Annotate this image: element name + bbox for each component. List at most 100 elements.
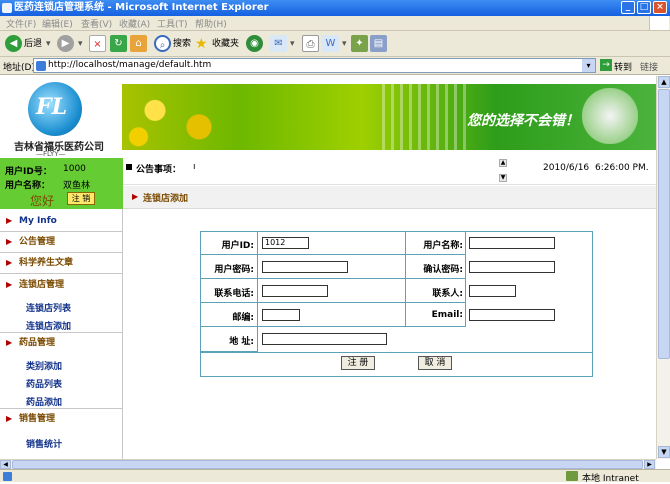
messenger-icon[interactable]: ✦ (351, 35, 368, 52)
address-dropdown-icon[interactable]: ▾ (582, 59, 595, 72)
maximize-button[interactable]: □ (637, 1, 651, 14)
contact-label: 联系人: (432, 289, 463, 299)
user-id-label: 用户ID: (221, 241, 254, 251)
menu-favorites[interactable]: 收藏(A) (119, 17, 150, 30)
sidebar-item-store-list[interactable]: 连锁店列表 (26, 301, 71, 314)
windows-flag-icon (649, 16, 669, 30)
user-name-label: 用户名称： (5, 181, 51, 191)
intranet-zone-icon (566, 471, 578, 481)
menu-edit[interactable]: 编辑(E) (42, 17, 73, 30)
forward-dropdown-icon[interactable]: ▾ (78, 35, 83, 53)
sidebar-item-sales-stats[interactable]: 销售统计 (26, 437, 62, 450)
email-label: Email: (431, 310, 463, 320)
address-url: http://localhost/manage/default.htm (48, 60, 212, 70)
scroll-down-icon[interactable]: ▼ (658, 446, 670, 458)
ie-icon (2, 3, 12, 13)
scroll-left-icon[interactable]: ◀ (0, 460, 11, 469)
sidebar-item-drug-list[interactable]: 药品列表 (26, 377, 62, 390)
notice-time: 6:26:00 PM. (595, 163, 649, 173)
print-icon[interactable]: ⎙ (302, 35, 319, 52)
sidebar-item-notice-mgmt[interactable]: ▶ 公告管理 (0, 232, 123, 252)
sidebar-item-articles[interactable]: ▶ 科学养生文章 (0, 253, 123, 273)
address-label: 地址(D) (3, 63, 35, 73)
hscroll-thumb[interactable] (12, 460, 643, 469)
close-button[interactable]: × (653, 1, 667, 14)
home-icon[interactable]: ⌂ (130, 35, 147, 52)
banner-hand-image (582, 88, 638, 144)
arrow-right-icon: ▶ (6, 414, 13, 423)
banner: 您的选择不会错！ (122, 84, 656, 150)
sidebar-item-my-info[interactable]: ▶ My Info (0, 211, 123, 231)
back-button[interactable]: 后退 (24, 35, 42, 53)
horizontal-scrollbar[interactable]: ◀ ▶ (0, 459, 656, 469)
logout-button[interactable]: 注 销 (67, 192, 95, 205)
scroll-up-icon[interactable]: ▲ (658, 76, 670, 88)
refresh-icon[interactable]: ↻ (110, 35, 127, 52)
search-icon[interactable]: ⌕ (154, 35, 171, 52)
menu-help[interactable]: 帮助(H) (195, 17, 227, 30)
arrow-right-icon: ▶ (132, 192, 139, 201)
zip-input[interactable] (262, 309, 300, 321)
user-name-value: 双鱼林 (63, 181, 91, 191)
back-arrow-icon[interactable]: ◀ (5, 35, 22, 52)
sidebar-item-store-mgmt[interactable]: ▶ 连锁店管理 (0, 275, 123, 295)
search-button[interactable]: 搜索 (173, 35, 191, 53)
notice-label: 公告事项： (136, 165, 182, 175)
mail-icon[interactable]: ✉ (270, 35, 287, 52)
breadcrumb-text: 连锁店添加 (143, 194, 189, 204)
page-status-icon (3, 472, 12, 481)
email-input[interactable] (469, 309, 555, 321)
scroll-right-icon[interactable]: ▶ (644, 460, 655, 469)
breadcrumb: ▶ 连锁店添加 (123, 186, 656, 209)
arrow-right-icon: ▶ (6, 338, 13, 347)
user-name-input[interactable] (469, 237, 555, 249)
go-arrow-icon[interactable]: → (600, 59, 612, 71)
toolbar: ◀ 后退 ▾ ▶ ▾ × ↻ ⌂ ⌕ 搜索 ★ 收藏夹 ◉ ✉ ▾ ⎙ W ▾ … (0, 31, 670, 57)
user-id-input[interactable]: 1012 (262, 237, 309, 249)
confirm-password-input[interactable] (469, 261, 555, 273)
menu-tools[interactable]: 工具(T) (157, 17, 188, 30)
register-button[interactable]: 注 册 (341, 356, 375, 370)
address-input[interactable]: http://localhost/manage/default.htm ▾ (33, 58, 596, 73)
vertical-scrollbar[interactable]: ▲ ▼ (656, 76, 670, 459)
stop-icon[interactable]: × (89, 35, 106, 52)
cancel-button[interactable]: 取 消 (418, 356, 452, 370)
edit-icon[interactable]: W (322, 35, 339, 52)
media-icon[interactable]: ◉ (246, 35, 263, 52)
sidebar-item-drug-mgmt[interactable]: ▶ 药品管理 (0, 333, 123, 353)
zone-label: 本地 Intranet (582, 474, 639, 484)
page-content: FL 吉林省福乐医药公司 —FLYY— 您的选择不会错！ 用户ID号： 1000… (0, 76, 656, 459)
sidebar-item-store-add[interactable]: 连锁店添加 (26, 319, 71, 332)
divider (0, 273, 123, 274)
menu-file[interactable]: 文件(F) (6, 17, 36, 30)
back-dropdown-icon[interactable]: ▾ (46, 35, 51, 53)
phone-input[interactable] (262, 285, 328, 297)
scroll-thumb[interactable] (658, 89, 670, 359)
research-icon[interactable]: ▤ (370, 35, 387, 52)
mail-dropdown-icon[interactable]: ▾ (290, 35, 295, 53)
go-button[interactable]: 转到 (614, 60, 632, 73)
notice-scroll-down-icon[interactable]: ▼ (499, 174, 507, 182)
sidebar-item-sales-mgmt[interactable]: ▶ 销售管理 (0, 409, 123, 429)
user-id-label: 用户ID号： (5, 167, 52, 177)
edit-dropdown-icon[interactable]: ▾ (342, 35, 347, 53)
sidebar-item-category-add[interactable]: 类别添加 (26, 359, 62, 372)
links-label[interactable]: 链接 (640, 60, 658, 73)
sidebar-item-drug-add[interactable]: 药品添加 (26, 395, 62, 408)
forward-arrow-icon[interactable]: ▶ (57, 35, 74, 52)
window-title: 医药连锁店管理系统 - Microsoft Internet Explorer (14, 2, 269, 13)
notice-bar: 公告事项： ı ▲ ▼ 2010/6/16 6:26:00 PM. (123, 158, 656, 185)
menu-view[interactable]: 查看(V) (81, 17, 112, 30)
contact-input[interactable] (469, 285, 516, 297)
favorites-star-icon[interactable]: ★ (195, 35, 208, 53)
logo-area: FL 吉林省福乐医药公司 —FLYY— (0, 76, 122, 158)
status-bar: 本地 Intranet (0, 469, 670, 484)
minimize-button[interactable]: _ (621, 1, 635, 14)
password-input[interactable] (262, 261, 348, 273)
address-input[interactable] (262, 333, 387, 345)
logo-text: FL (36, 94, 68, 120)
confirm-password-label: 确认密码: (423, 265, 463, 275)
notice-scroll-up-icon[interactable]: ▲ (499, 159, 507, 167)
favorites-button[interactable]: 收藏夹 (212, 35, 239, 53)
banner-stripes (382, 84, 472, 150)
